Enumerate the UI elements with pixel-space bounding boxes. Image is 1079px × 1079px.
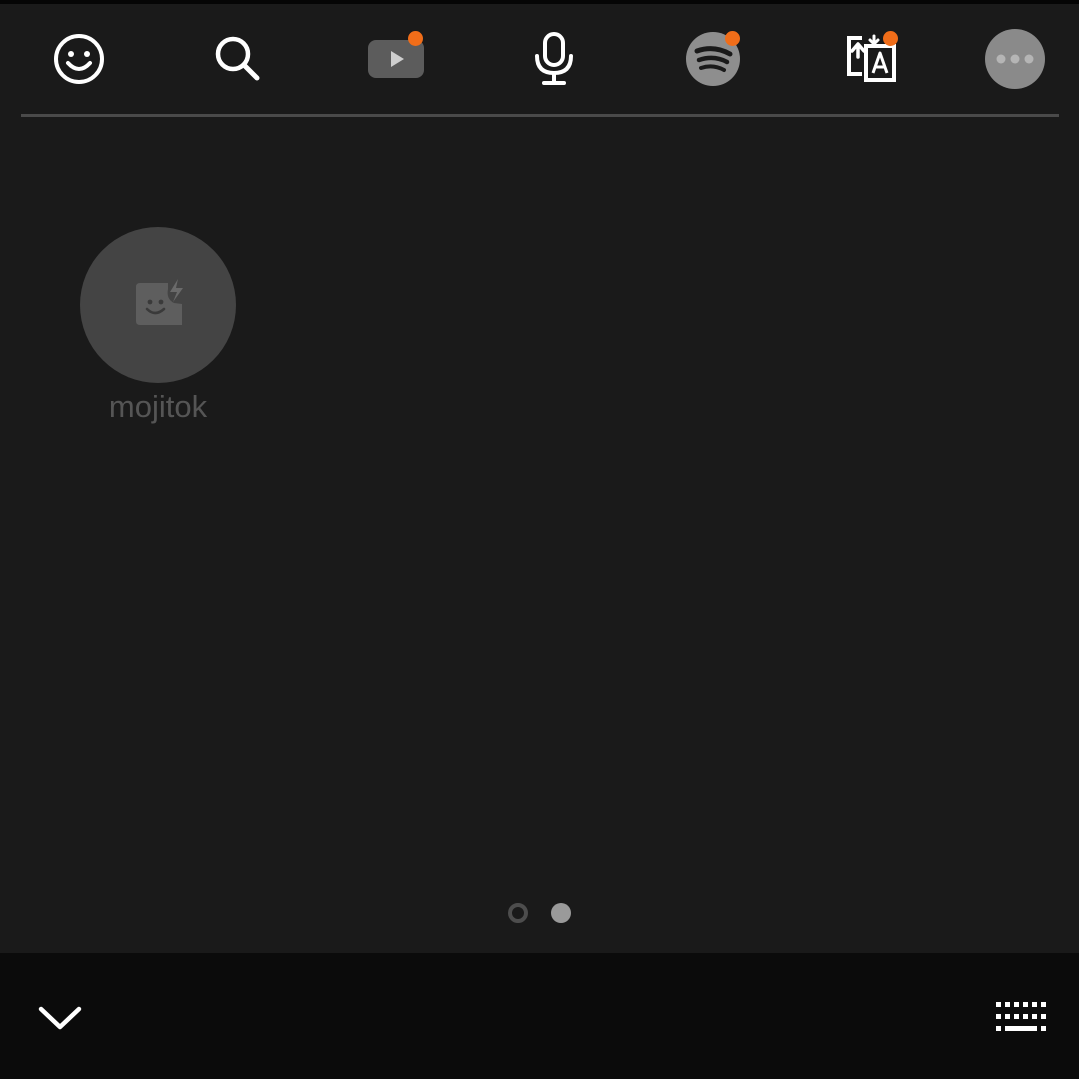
search-button[interactable]	[206, 27, 270, 91]
more-icon	[985, 29, 1045, 89]
emoji-button[interactable]	[47, 27, 111, 91]
bottom-bar	[0, 953, 1079, 1079]
mojitok-icon	[136, 279, 183, 325]
youtube-button[interactable]	[364, 27, 428, 91]
keyboard-button[interactable]	[990, 997, 1054, 1037]
search-icon	[215, 36, 260, 81]
voice-input-button[interactable]	[522, 27, 586, 91]
page-indicator	[0, 901, 1079, 925]
app-grid: mojitok	[0, 117, 1079, 953]
notification-badge	[408, 31, 423, 46]
app-label: mojitok	[108, 389, 208, 424]
app-icon-circle	[80, 227, 236, 383]
notification-badge	[725, 31, 740, 46]
notification-badge	[883, 31, 898, 46]
chevron-down-icon	[38, 1006, 82, 1030]
page-dot-2-active[interactable]	[551, 903, 571, 923]
page-dot-1[interactable]	[508, 903, 528, 923]
collapse-keyboard-button[interactable]	[30, 993, 90, 1043]
more-button[interactable]	[983, 27, 1047, 91]
keyboard-icon	[996, 1002, 1046, 1031]
spotify-button[interactable]	[681, 27, 745, 91]
extension-toolbar	[0, 4, 1079, 114]
translate-button[interactable]	[839, 27, 903, 91]
smiley-icon	[54, 34, 104, 84]
microphone-icon	[535, 32, 573, 85]
app-tile-mojitok[interactable]: mojitok	[80, 227, 236, 425]
